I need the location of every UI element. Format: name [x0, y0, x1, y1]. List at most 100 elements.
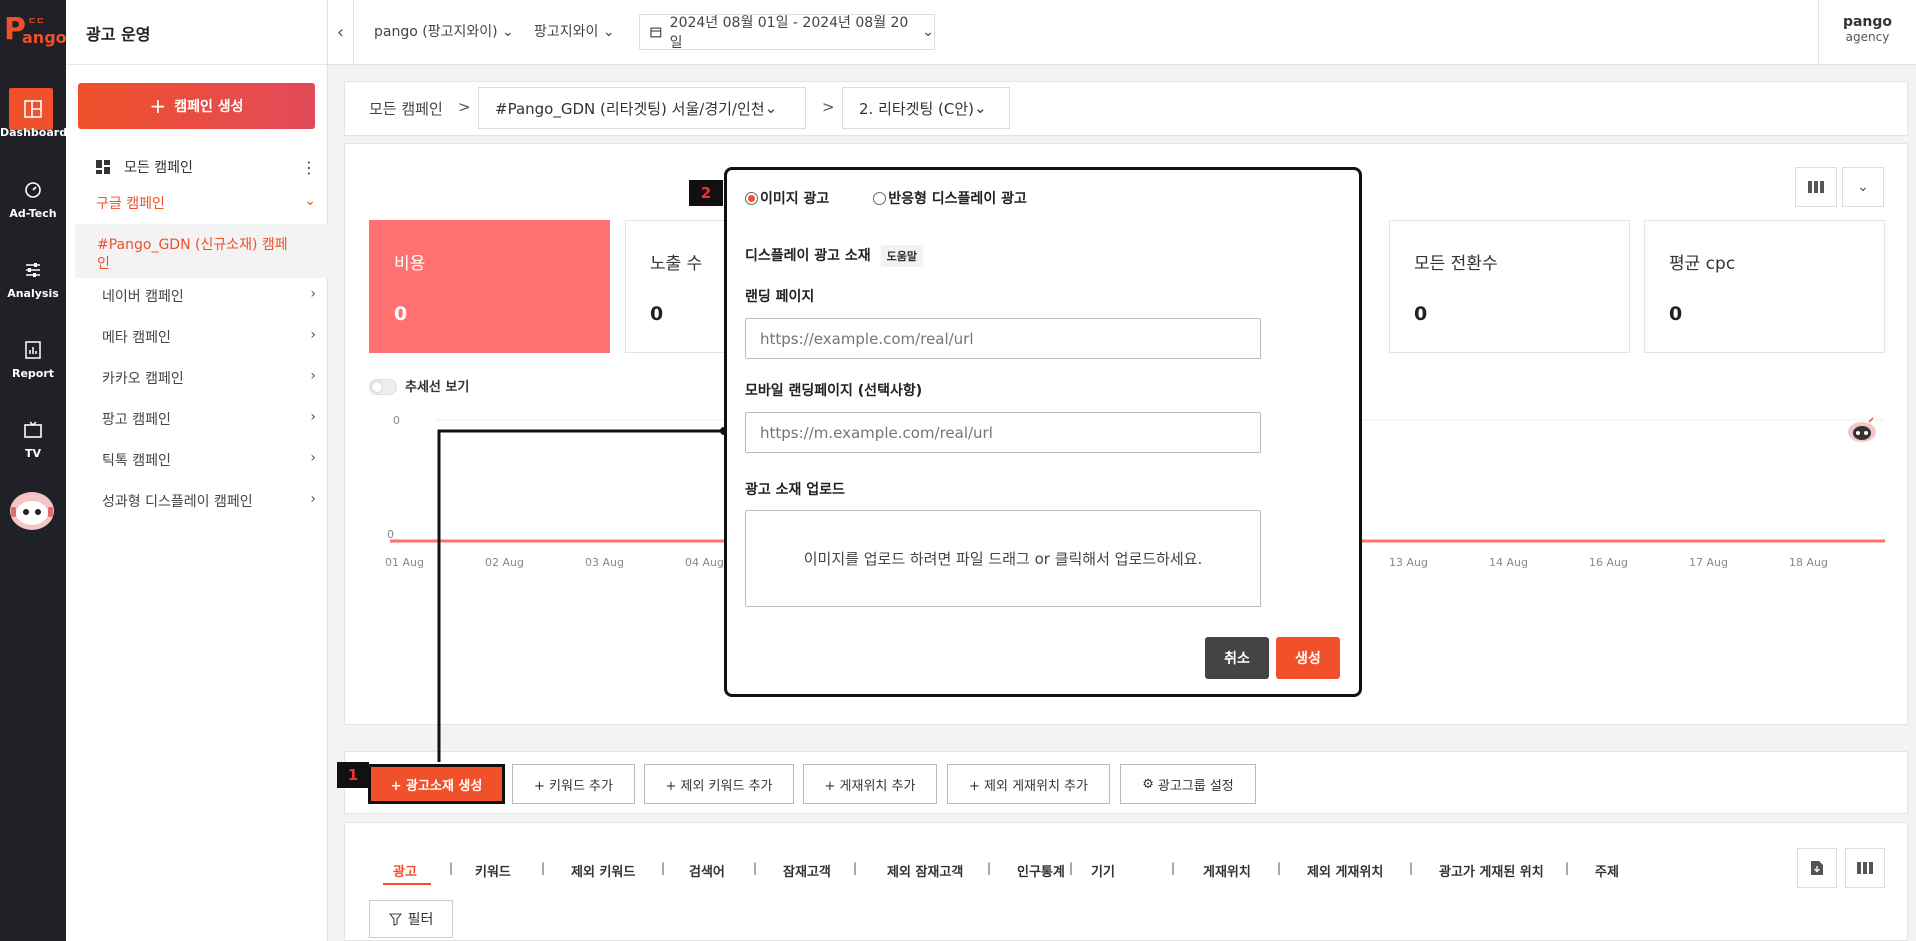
kpi-card-cost[interactable]: 비용 0 [369, 220, 610, 353]
chevron-right-icon: › [310, 327, 316, 343]
tab-12[interactable]: 주제 [1595, 861, 1619, 880]
sidebar-item-google-gdn[interactable]: #Pango_GDN (신규소재) 캠페인 [75, 224, 328, 278]
column-settings-button[interactable] [1795, 167, 1837, 207]
sidebar-item-tiktok[interactable]: 틱톡 캠페인 › [102, 450, 316, 470]
chevron-right-icon: › [310, 491, 316, 507]
gear-icon: ⚙ [1142, 776, 1154, 792]
tab-separator: | [661, 861, 666, 875]
table-columns-button[interactable] [1845, 848, 1885, 888]
add-placement-button[interactable]: + 게재위치 추가 [803, 764, 937, 804]
pango-logo[interactable]: P ㄷㄷ ango [4, 12, 67, 48]
upload-label: 광고 소재 업로드 [745, 482, 845, 498]
more-options-icon[interactable]: ⋮ [301, 158, 317, 177]
date-range-picker[interactable]: 2024년 08월 01일 - 2024년 08월 20일 ⌄ [639, 14, 935, 51]
create-button[interactable]: 생성 [1276, 637, 1340, 679]
rail-item-adtech[interactable]: Ad-Tech [0, 167, 66, 237]
adgroup-settings-button[interactable]: ⚙ 광고그룹 설정 [1120, 764, 1256, 804]
chevron-down-icon: ⌄ [602, 24, 615, 40]
landing-page-input[interactable] [745, 318, 1261, 359]
tab-9[interactable]: 게재위치 [1203, 861, 1251, 880]
sidebar-item-performance-display[interactable]: 성과형 디스플레이 캠페인 › [102, 491, 316, 511]
dashboard-icon [24, 100, 42, 118]
chevron-down-icon: ⌄ [1857, 179, 1869, 195]
sidebar-item-naver[interactable]: 네이버 캠페인 › [102, 286, 316, 306]
trendline-label: 추세선 보기 [405, 380, 470, 395]
tab-10[interactable]: 제외 게재위치 [1307, 861, 1383, 880]
tab-4[interactable]: 검색어 [689, 861, 725, 880]
add-negative-placement-button[interactable]: + 제외 게재위치 추가 [947, 764, 1110, 804]
tab-7[interactable]: 인구통계 [1017, 861, 1065, 880]
rail-item-report[interactable]: Report [0, 327, 66, 397]
chevron-right-icon: › [310, 368, 316, 384]
kpi-card-conversions[interactable]: 모든 전환수 0 [1389, 220, 1630, 353]
assistant-bot-icon[interactable] [1845, 416, 1879, 446]
radio-image-ad[interactable]: 이미지 광고 [745, 188, 829, 208]
adgroup-dropdown[interactable]: 2. 리타겟팅 (C안) ⌄ [842, 87, 1010, 129]
add-negative-keyword-button[interactable]: + 제외 키워드 추가 [644, 764, 794, 804]
rail-item-tv[interactable]: TV [0, 407, 66, 477]
chevron-left-icon: ‹ [336, 21, 345, 43]
chevron-right-icon: › [310, 286, 316, 302]
tab-3[interactable]: 제외 키워드 [571, 861, 635, 880]
robot-mascot-icon[interactable] [7, 487, 57, 533]
report-icon [25, 341, 41, 359]
campaign-dropdown[interactable]: #Pango_GDN (리타겟팅) 서울/경기/인천 ⌄ [478, 87, 806, 129]
breadcrumb-separator: > [458, 98, 471, 116]
chevron-down-icon: ⌄ [974, 99, 987, 117]
tab-11[interactable]: 광고가 게재된 위치 [1439, 861, 1544, 880]
expand-panel-button[interactable]: ⌄ [1842, 167, 1884, 207]
tab-separator: | [449, 861, 454, 875]
tab-2[interactable]: 키워드 [475, 861, 511, 880]
kpi-card-avg-cpc[interactable]: 평균 cpc 0 [1644, 220, 1885, 353]
radio-responsive-ad[interactable]: 반응형 디스플레이 광고 [873, 188, 1027, 208]
radio-selected-icon [745, 191, 758, 205]
create-ad-button[interactable]: + 광고소재 생성 [368, 764, 505, 804]
breadcrumb-all-campaigns[interactable]: 모든 캠페인 [369, 98, 443, 119]
add-keyword-button[interactable]: + 키워드 추가 [512, 764, 635, 804]
tab-6[interactable]: 제외 잠재고객 [887, 861, 963, 880]
ad-type-radio-group: 이미지 광고 반응형 디스플레이 광고 [745, 188, 1027, 208]
sidebar-item-kakao[interactable]: 카카오 캠페인 › [102, 368, 316, 388]
create-campaign-button[interactable]: + 캠페인 생성 [78, 83, 315, 129]
x-tick-label: 01 Aug [385, 556, 424, 569]
download-file-icon [1811, 861, 1823, 875]
tab-separator: | [1069, 861, 1074, 875]
filter-icon [388, 912, 402, 926]
sidebar-title: 광고 운영 [86, 25, 151, 44]
chevron-right-icon: › [310, 409, 316, 425]
sidebar: 광고 운영 + 캠페인 생성 모든 캠페인 ⋮ 구글 캠페인 ⌄ #Pango_… [66, 0, 328, 941]
rail-item-analysis[interactable]: Analysis [0, 247, 66, 317]
sidebar-item-meta[interactable]: 메타 캠페인 › [102, 327, 316, 347]
filter-button[interactable]: 필터 [369, 900, 453, 938]
sidebar-item-google[interactable]: 구글 캠페인 ⌄ [96, 193, 316, 213]
account-dropdown[interactable]: pango (팡고지와이) ⌄ [374, 21, 514, 41]
gauge-icon [25, 182, 41, 198]
mobile-landing-input[interactable] [745, 412, 1261, 453]
tab-5[interactable]: 잠재고객 [783, 861, 831, 880]
breadcrumb-separator: > [822, 98, 835, 116]
tab-separator: | [987, 861, 992, 875]
rail-item-dashboard[interactable]: Dashboard [0, 86, 67, 156]
cancel-button[interactable]: 취소 [1205, 637, 1269, 679]
sidebar-item-all-campaigns[interactable]: 모든 캠페인 ⋮ [96, 156, 317, 178]
collapse-sidebar-button[interactable]: ‹ [328, 0, 354, 64]
x-tick-label: 14 Aug [1489, 556, 1528, 569]
action-bar: + 광고소재 생성 + 키워드 추가 + 제외 키워드 추가 + 게재위치 추가… [344, 751, 1908, 814]
active-tab-underline [383, 883, 431, 885]
chevron-down-icon: ⌄ [764, 99, 778, 117]
x-tick-label: 17 Aug [1689, 556, 1728, 569]
upload-dropzone[interactable]: 이미지를 업로드 하려면 파일 드래그 or 클릭해서 업로드하세요. [745, 510, 1261, 607]
download-button[interactable] [1797, 848, 1837, 888]
trendline-toggle[interactable] [369, 379, 397, 395]
help-badge[interactable]: 도움말 [880, 245, 924, 267]
calendar-icon [650, 27, 662, 38]
advertiser-dropdown[interactable]: 팡고지와이 ⌄ [534, 21, 615, 41]
chevron-down-icon: ⌄ [304, 193, 316, 209]
tab-1[interactable]: 광고 [393, 861, 417, 880]
x-tick-label: 03 Aug [585, 556, 624, 569]
user-menu[interactable]: pango agency [1818, 0, 1916, 64]
columns-icon [1808, 181, 1824, 193]
tab-8[interactable]: 기기 [1091, 861, 1115, 880]
sidebar-item-pango[interactable]: 팡고 캠페인 › [102, 409, 316, 429]
plus-icon: + [149, 94, 167, 118]
